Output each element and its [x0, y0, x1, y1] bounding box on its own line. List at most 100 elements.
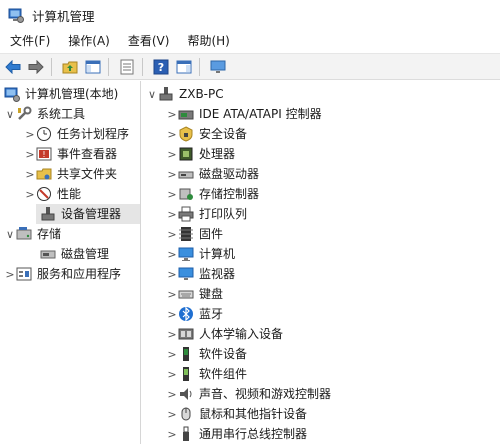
back-button[interactable] [3, 57, 23, 77]
toolbar-separator [199, 57, 200, 76]
chevron-right-icon[interactable]: > [166, 424, 178, 444]
device-category-label: 固件 [199, 227, 224, 241]
tree-item-system-tools[interactable]: ∨ 系统工具 [4, 104, 85, 124]
properties-button[interactable] [117, 57, 137, 77]
tree-item-computer-management[interactable]: 计算机管理(本地) [4, 84, 118, 104]
tree-item-services-applications[interactable]: > 服务和应用程序 [4, 264, 121, 284]
tree-item-task-scheduler[interactable]: > 任务计划程序 [24, 124, 129, 144]
chevron-right-icon[interactable]: > [166, 184, 178, 204]
tree-item-shared-folders[interactable]: > 共享文件夹 [24, 164, 117, 184]
keyboard-icon [178, 286, 194, 302]
clock-icon [36, 126, 52, 142]
chevron-right-icon[interactable]: > [166, 164, 178, 184]
device-category-disk-drives[interactable]: > 磁盘驱动器 [166, 164, 259, 184]
device-category-storage-controllers[interactable]: > 存储控制器 [166, 184, 259, 204]
device-category-monitors[interactable]: > 监视器 [166, 264, 235, 284]
device-category-processor[interactable]: > 处理器 [166, 144, 235, 164]
device-category-print-queues[interactable]: > 打印队列 [166, 204, 247, 224]
show-hide-tree-icon [85, 60, 101, 73]
device-category-label: 打印队列 [199, 207, 248, 221]
tree-item-storage[interactable]: ∨ 存储 [4, 224, 61, 244]
device-category-hid[interactable]: > 人体学输入设备 [166, 324, 283, 344]
chevron-right-icon[interactable]: > [166, 384, 178, 404]
mouse-icon [178, 406, 194, 422]
device-category-label: 监视器 [199, 267, 236, 281]
security-device-icon [178, 126, 194, 142]
device-category-computer[interactable]: > 计算机 [166, 244, 235, 264]
chevron-right-icon[interactable]: > [166, 324, 178, 344]
chevron-right-icon[interactable]: > [166, 204, 178, 224]
forward-button[interactable] [26, 57, 46, 77]
computer-node-icon [158, 86, 174, 102]
chevron-right-icon[interactable]: > [166, 284, 178, 304]
chevron-right-icon[interactable]: > [166, 264, 178, 284]
chevron-right-icon[interactable]: > [24, 184, 36, 204]
chevron-right-icon[interactable]: > [24, 144, 36, 164]
menu-action[interactable]: 操作(A) [58, 30, 118, 52]
tree-label: 事件查看器 [57, 147, 118, 161]
device-category-software-components[interactable]: > 软件组件 [166, 364, 247, 384]
chevron-right-icon[interactable]: > [24, 124, 36, 144]
device-category-software-devices[interactable]: > 软件设备 [166, 344, 247, 364]
chevron-down-icon[interactable]: ∨ [4, 224, 16, 244]
device-category-label: 通用串行总线控制器 [199, 427, 308, 441]
computer-icon [178, 246, 194, 262]
up-level-button[interactable] [60, 57, 80, 77]
chevron-right-icon[interactable]: > [166, 364, 178, 384]
device-category-label: 人体学输入设备 [199, 327, 284, 341]
computer-name: ZXB-PC [179, 87, 224, 101]
action-pane-icon [176, 60, 192, 73]
device-category-keyboards[interactable]: > 键盘 [166, 284, 223, 304]
toolbar-separator [108, 57, 109, 76]
tree-item-device-manager[interactable]: 设备管理器 [36, 204, 140, 224]
tree-label: 磁盘管理 [61, 247, 110, 261]
tree-label: 计算机管理(本地) [25, 87, 119, 101]
chevron-right-icon[interactable]: > [166, 304, 178, 324]
menu-view[interactable]: 查看(V) [118, 30, 178, 52]
device-category-usb[interactable]: > 通用串行总线控制器 [166, 424, 307, 444]
monitor-button[interactable] [208, 57, 228, 77]
chevron-down-icon[interactable]: ∨ [146, 84, 158, 104]
device-category-label: 键盘 [199, 287, 224, 301]
monitor-icon [178, 266, 194, 282]
tree-label: 性能 [57, 187, 82, 201]
chevron-right-icon[interactable]: > [166, 344, 178, 364]
tree-item-performance[interactable]: > 性能 [24, 184, 81, 204]
chevron-right-icon[interactable]: > [166, 104, 178, 124]
tree-item-computer[interactable]: ∨ ZXB-PC [146, 84, 224, 104]
chevron-right-icon[interactable]: > [24, 164, 36, 184]
title-bar: 计算机管理 [0, 0, 500, 30]
chevron-right-icon[interactable]: > [166, 124, 178, 144]
properties-icon [120, 59, 134, 74]
svg-text:?: ? [158, 61, 164, 74]
menu-file[interactable]: 文件(F) [0, 30, 58, 52]
device-category-label: 安全设备 [199, 127, 248, 141]
device-category-sound-video-game[interactable]: > 声音、视频和游戏控制器 [166, 384, 331, 404]
tree-label: 存储 [37, 227, 62, 241]
device-category-mice[interactable]: > 鼠标和其他指针设备 [166, 404, 307, 424]
device-category-label: 磁盘驱动器 [199, 167, 260, 181]
device-category-label: 声音、视频和游戏控制器 [199, 387, 332, 401]
chevron-right-icon[interactable]: > [4, 264, 16, 284]
tree-item-event-viewer[interactable]: > ! 事件查看器 [24, 144, 117, 164]
shared-folder-icon [36, 166, 52, 182]
chevron-right-icon[interactable]: > [166, 404, 178, 424]
tree-item-disk-management[interactable]: 磁盘管理 [40, 244, 109, 264]
device-category-ide[interactable]: > IDE ATA/ATAPI 控制器 [166, 104, 321, 124]
chevron-right-icon[interactable]: > [166, 144, 178, 164]
svg-text:!: ! [42, 150, 45, 159]
firmware-icon [178, 226, 194, 242]
chevron-right-icon[interactable]: > [166, 224, 178, 244]
device-category-security[interactable]: > 安全设备 [166, 124, 247, 144]
chevron-right-icon[interactable]: > [166, 244, 178, 264]
computer-management-icon [8, 7, 24, 23]
device-category-bluetooth[interactable]: > 蓝牙 [166, 304, 223, 324]
help-button[interactable]: ? [151, 57, 171, 77]
menu-help[interactable]: 帮助(H) [177, 30, 237, 52]
show-hide-tree-button[interactable] [83, 57, 103, 77]
device-category-label: 鼠标和其他指针设备 [199, 407, 308, 421]
chevron-down-icon[interactable]: ∨ [4, 104, 16, 124]
usb-icon [178, 426, 194, 442]
action-pane-button[interactable] [174, 57, 194, 77]
device-category-firmware[interactable]: > 固件 [166, 224, 223, 244]
